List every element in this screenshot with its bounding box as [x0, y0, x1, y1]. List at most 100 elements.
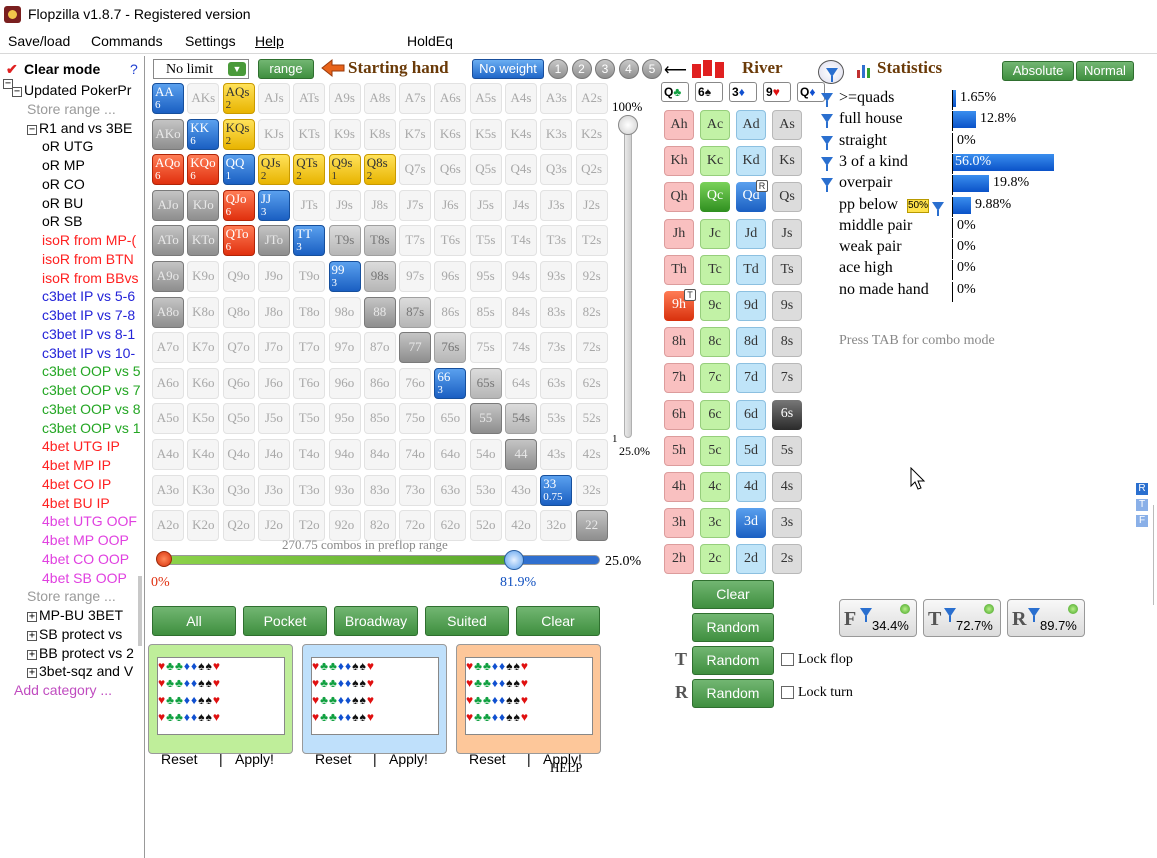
- board-card-Kc[interactable]: Kc: [700, 146, 730, 177]
- board-card-Td[interactable]: Td: [736, 254, 766, 285]
- hand-cell[interactable]: QQ 1: [222, 154, 255, 186]
- hand-cell[interactable]: KK 6: [187, 118, 220, 150]
- hand-cell[interactable]: K6s: [434, 118, 467, 150]
- hand-cell[interactable]: T4s: [505, 225, 537, 257]
- board-card-7h[interactable]: 7h: [664, 363, 694, 394]
- hand-cell[interactable]: Q4s: [505, 154, 537, 186]
- hand-cell[interactable]: 65o: [434, 403, 467, 435]
- hand-cell[interactable]: Q8s 2: [363, 154, 396, 186]
- hand-cell[interactable]: AKo: [152, 118, 184, 150]
- board-card-4c[interactable]: 4c: [700, 472, 730, 502]
- pp-below-badge[interactable]: 50%: [907, 198, 929, 213]
- hand-cell[interactable]: 65s: [469, 367, 502, 399]
- hand-cell[interactable]: ATo: [152, 225, 184, 257]
- hand-cell[interactable]: K5s: [469, 118, 502, 150]
- board-card-9h[interactable]: 9h T: [664, 289, 696, 321]
- hand-cell[interactable]: 32s: [575, 474, 608, 506]
- board-card-2c[interactable]: 2c: [700, 544, 730, 575]
- hand-cell[interactable]: 87s: [399, 296, 432, 328]
- flop-card[interactable]: 3♦: [729, 82, 757, 102]
- board-card-Qh[interactable]: Qh: [664, 182, 694, 213]
- hand-cell[interactable]: AQs 2: [222, 83, 255, 114]
- reset-button[interactable]: Reset: [161, 751, 198, 767]
- hand-cell[interactable]: QJo 6: [222, 189, 255, 221]
- apply-button[interactable]: Apply!: [235, 751, 274, 767]
- filter-funnel-icon[interactable]: [821, 93, 833, 107]
- hand-cell[interactable]: QTo 6: [222, 225, 255, 257]
- expand-icon[interactable]: +: [27, 668, 37, 679]
- hand-cell[interactable]: 87o: [363, 332, 396, 364]
- hand-cell[interactable]: K8s: [363, 118, 396, 150]
- hand-cell[interactable]: J8s: [363, 189, 396, 221]
- tree-item[interactable]: c3bet OOP vs 5: [42, 362, 141, 380]
- board-card-3c[interactable]: 3c: [700, 508, 730, 539]
- board-card-Tc[interactable]: Tc: [700, 254, 730, 285]
- hand-cell[interactable]: J9o: [257, 261, 290, 292]
- hand-cell[interactable]: 72s: [575, 332, 608, 364]
- hand-cell[interactable]: 75s: [469, 332, 502, 364]
- hand-cell[interactable]: 62s: [575, 367, 608, 399]
- tree-item[interactable]: oR BU: [42, 194, 83, 212]
- hand-cell[interactable]: 84s: [505, 296, 537, 328]
- hand-cell[interactable]: J8o: [257, 296, 290, 328]
- hand-cell[interactable]: K4o: [187, 439, 220, 470]
- hand-cell[interactable]: T5o: [293, 403, 326, 435]
- hand-cell[interactable]: T8s: [363, 225, 396, 257]
- hand-cell[interactable]: J7o: [257, 332, 290, 364]
- flop-card[interactable]: Q♣: [661, 82, 689, 102]
- board-card-Jc[interactable]: Jc: [700, 218, 730, 249]
- tree-item[interactable]: − Updated PokerPr: [12, 81, 131, 99]
- board-card-6s[interactable]: 6s: [772, 399, 802, 430]
- hand-cell[interactable]: 98s: [363, 261, 396, 292]
- hand-cell[interactable]: 96o: [328, 367, 361, 399]
- help-icon[interactable]: ?: [130, 60, 138, 78]
- tree-item[interactable]: c3bet IP vs 10-: [42, 344, 135, 362]
- hand-cell[interactable]: 95s: [469, 261, 502, 292]
- tree-item[interactable]: oR SB: [42, 212, 82, 230]
- hand-cell[interactable]: A5s: [469, 83, 502, 114]
- hand-cell[interactable]: KJs: [257, 118, 290, 150]
- hand-cell[interactable]: 94s: [505, 261, 537, 292]
- hand-cell[interactable]: 74s: [505, 332, 537, 364]
- board-card-Ac[interactable]: Ac: [700, 110, 730, 140]
- hand-cell[interactable]: KTo: [187, 225, 220, 257]
- weight-button-1[interactable]: 1: [548, 59, 568, 79]
- filter-funnel-icon[interactable]: [821, 156, 833, 171]
- board-card-Qc[interactable]: Qc: [700, 182, 730, 213]
- vertical-slider-thumb[interactable]: [618, 115, 638, 135]
- board-card-6c[interactable]: 6c: [700, 399, 730, 430]
- tree-item[interactable]: c3bet IP vs 5-6: [42, 287, 135, 305]
- hand-cell[interactable]: Q6s: [434, 154, 467, 186]
- board-card-5d[interactable]: 5d: [736, 435, 766, 466]
- hand-cell[interactable]: J5o: [257, 403, 290, 435]
- board-card-8s[interactable]: 8s: [772, 327, 802, 358]
- weight-button-4[interactable]: 4: [618, 59, 639, 79]
- expand-icon[interactable]: +: [27, 612, 37, 622]
- suited-button[interactable]: Suited: [425, 606, 509, 636]
- hand-cell[interactable]: A3s: [540, 83, 573, 114]
- hand-cell[interactable]: J6s: [434, 189, 467, 221]
- hand-cell[interactable]: 53s: [540, 403, 573, 435]
- board-card-9c[interactable]: 9c: [700, 291, 730, 321]
- tree-item[interactable]: 4bet SB OOP: [42, 569, 127, 587]
- hand-cell[interactable]: 33 0.75: [540, 474, 573, 506]
- range-vertical-slider[interactable]: [624, 118, 632, 438]
- hand-cell[interactable]: A6s: [434, 83, 467, 114]
- hand-cell[interactable]: 94o: [328, 439, 361, 470]
- hand-cell[interactable]: 42o: [505, 510, 537, 542]
- hand-cell[interactable]: T2s: [575, 225, 608, 257]
- hand-cell[interactable]: 64s: [505, 367, 537, 399]
- board-card-Js[interactable]: Js: [772, 218, 802, 249]
- hand-cell[interactable]: AQo 6: [152, 154, 184, 186]
- lock-turn-checkbox[interactable]: [781, 686, 794, 699]
- hand-cell[interactable]: 66 3: [434, 367, 467, 399]
- board-card-6h[interactable]: 6h: [664, 399, 694, 430]
- hand-cell[interactable]: 95o: [328, 403, 361, 435]
- board-card-Kd[interactable]: Kd: [736, 146, 766, 177]
- board-card-7d[interactable]: 7d: [736, 363, 766, 394]
- hand-cell[interactable]: 73s: [540, 332, 573, 364]
- weight-button-5[interactable]: 5: [642, 59, 662, 79]
- board-card-5h[interactable]: 5h: [664, 435, 694, 466]
- turn-random-button[interactable]: Random: [692, 646, 774, 675]
- hand-cell[interactable]: 92s: [575, 261, 608, 292]
